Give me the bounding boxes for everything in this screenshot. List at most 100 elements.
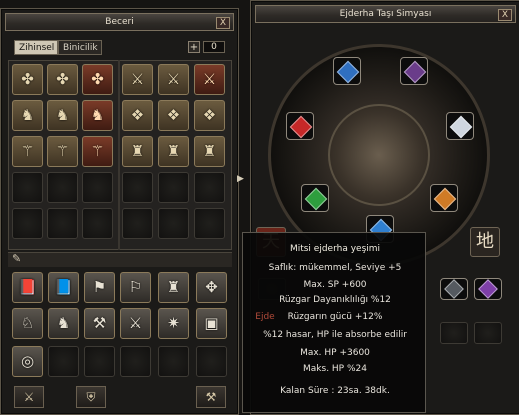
- weapon-icon: ⚔: [128, 314, 143, 332]
- skill-slot-11[interactable]: ❖: [158, 100, 189, 131]
- skills-titlebar[interactable]: Beceri X: [5, 13, 234, 31]
- empty-slot[interactable]: [122, 172, 153, 203]
- skill-slot-15[interactable]: ⚚: [82, 136, 113, 167]
- skill-slot-4[interactable]: ⚔: [122, 64, 153, 95]
- skill-slot-18[interactable]: ♜: [194, 136, 225, 167]
- gem-icon: [403, 60, 427, 84]
- whip-icon: ⚒: [92, 314, 107, 332]
- skill-grid-divider: [118, 60, 120, 250]
- empty-slot[interactable]: [120, 346, 151, 377]
- skill-slot-25[interactable]: ♘: [12, 308, 43, 339]
- skill-slot-6[interactable]: ⚔: [194, 64, 225, 95]
- tab-zihinsel[interactable]: Zihinsel: [14, 40, 58, 55]
- empty-slot[interactable]: [48, 346, 79, 377]
- skill-slot-12[interactable]: ❖: [194, 100, 225, 131]
- skill-slot-9[interactable]: ♞: [82, 100, 113, 131]
- gem-slot-top-right[interactable]: [400, 57, 428, 85]
- rune-icon: ⚚: [20, 142, 35, 160]
- tab-binicilik[interactable]: Binicilik: [58, 40, 102, 55]
- gem-icon: [304, 187, 328, 211]
- close-button[interactable]: X: [216, 17, 230, 29]
- inventory-gem-slot[interactable]: [474, 322, 502, 344]
- empty-slot[interactable]: [194, 172, 225, 203]
- skill-slot-10[interactable]: ❖: [122, 100, 153, 131]
- tooltip-line: Maks. HP %24: [303, 364, 367, 374]
- gem-icon: [336, 60, 360, 84]
- empty-slot[interactable]: [47, 208, 78, 239]
- empty-slot[interactable]: [12, 172, 43, 203]
- skill-slot-21[interactable]: ⚑: [84, 272, 115, 303]
- gem-icon: [289, 115, 313, 139]
- empty-slot[interactable]: [196, 346, 227, 377]
- gem-icon: [478, 279, 498, 299]
- empty-slot[interactable]: [158, 346, 189, 377]
- gem-icon: [449, 115, 473, 139]
- close-button[interactable]: X: [498, 9, 512, 21]
- swirl-icon: ✤: [56, 70, 69, 88]
- book-icon: 📕: [18, 278, 37, 296]
- gem-slot-bottom-left[interactable]: [301, 184, 329, 212]
- empty-slot[interactable]: [194, 208, 225, 239]
- skill-points-plus-button[interactable]: +: [188, 41, 200, 53]
- sword-icon: ⚔: [202, 70, 217, 88]
- skill-slot-31[interactable]: ◎: [12, 346, 43, 377]
- horse-icon: ♞: [56, 314, 71, 332]
- gem-slot-top[interactable]: [333, 57, 361, 85]
- rune-icon: ⚚: [55, 142, 70, 160]
- dragon-emblem: [328, 104, 430, 206]
- empty-slot[interactable]: [47, 172, 78, 203]
- empty-slot[interactable]: [82, 172, 113, 203]
- empty-slot[interactable]: [158, 172, 189, 203]
- empty-slot[interactable]: [122, 208, 153, 239]
- skill-slot-26[interactable]: ♞: [48, 308, 79, 339]
- gem-slot-bottom-right[interactable]: [430, 184, 458, 212]
- skill-slot-5[interactable]: ⚔: [158, 64, 189, 95]
- empty-slot[interactable]: [158, 208, 189, 239]
- inventory-gem-slot[interactable]: [474, 278, 502, 300]
- skill-slot-19[interactable]: 📕: [12, 272, 43, 303]
- rune-icon: ⚚: [90, 142, 105, 160]
- skill-slot-8[interactable]: ♞: [47, 100, 78, 131]
- skill-slot-17[interactable]: ♜: [158, 136, 189, 167]
- skill-slot-28[interactable]: ⚔: [120, 308, 151, 339]
- inventory-gem-slot[interactable]: [440, 322, 468, 344]
- swirl-icon: ✤: [91, 70, 104, 88]
- skill-slot-13[interactable]: ⚚: [12, 136, 43, 167]
- tooltip-line: Saflık: mükemmel, Seviye +5: [268, 263, 402, 273]
- figure-icon: ♜: [166, 142, 181, 160]
- target-icon: ◎: [20, 352, 35, 370]
- skill-slot-7[interactable]: ♞: [12, 100, 43, 131]
- bottom-tab-3[interactable]: ⚒: [196, 386, 226, 408]
- tooltip-line: Max. SP +600: [303, 280, 367, 290]
- alchemy-title: Ejderha Taşı Simyası: [339, 9, 432, 19]
- sword-icon: ⚔: [130, 70, 145, 88]
- gem-slot-right[interactable]: [446, 112, 474, 140]
- gem-slot-left[interactable]: [286, 112, 314, 140]
- skill-slot-27[interactable]: ⚒: [84, 308, 115, 339]
- flag-icon: ⚑: [92, 278, 107, 296]
- item-tooltip: Mitsi ejderha yeşimi Saflık: mükemmel, S…: [242, 232, 426, 413]
- helm-icon: ⚒: [205, 390, 217, 404]
- skill-slot-2[interactable]: ✤: [47, 64, 78, 95]
- boot-icon: ♞: [20, 106, 35, 124]
- skill-slot-20[interactable]: 📘: [48, 272, 79, 303]
- boot-icon: ♞: [55, 106, 70, 124]
- skill-slot-16[interactable]: ♜: [122, 136, 153, 167]
- skill-slot-1[interactable]: ✤: [12, 64, 43, 95]
- bottom-tab-1[interactable]: ⚔: [14, 386, 44, 408]
- collapse-arrow-icon[interactable]: ▶: [237, 174, 244, 184]
- empty-slot[interactable]: [82, 208, 113, 239]
- skill-slot-24[interactable]: ✥: [196, 272, 227, 303]
- tooltip-item-name: Mitsi ejderha yeşimi: [289, 244, 381, 254]
- skill-slot-22[interactable]: ⚐: [120, 272, 151, 303]
- passive-section-header: [8, 252, 232, 267]
- inventory-gem-slot[interactable]: [440, 278, 468, 300]
- skill-slot-3[interactable]: ✤: [82, 64, 113, 95]
- skill-slot-23[interactable]: ♜: [158, 272, 189, 303]
- empty-slot[interactable]: [12, 208, 43, 239]
- empty-slot[interactable]: [84, 346, 115, 377]
- seal-icon: ✥: [205, 278, 218, 296]
- skill-slot-14[interactable]: ⚚: [47, 136, 78, 167]
- alchemy-titlebar[interactable]: Ejderha Taşı Simyası X: [255, 5, 516, 23]
- bottom-tab-2[interactable]: ⛨: [76, 386, 106, 408]
